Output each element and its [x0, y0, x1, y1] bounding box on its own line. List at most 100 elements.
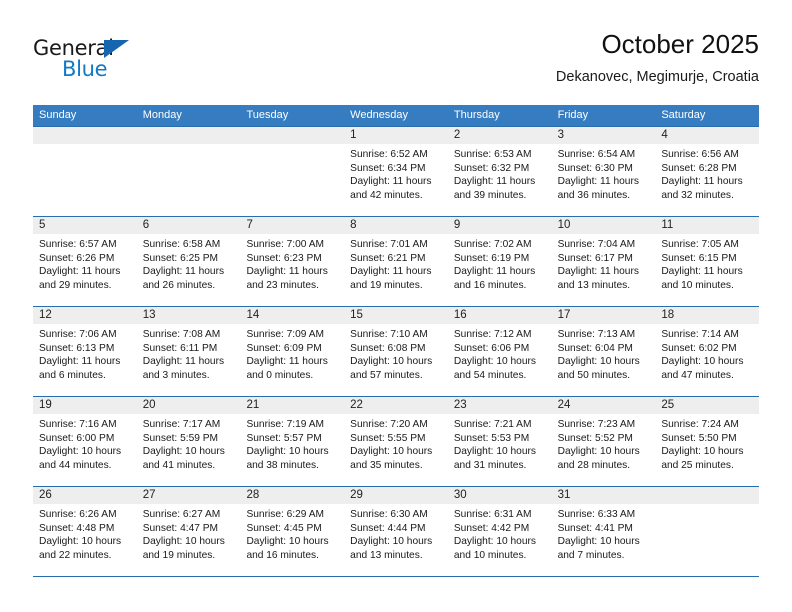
day-cell-8[interactable]: 8 Sunrise: 7:01 AM Sunset: 6:21 PM Daylight…: [344, 217, 448, 306]
sunrise-time: Sunrise: 7:16 AM: [39, 419, 117, 430]
day-cell-23[interactable]: 23 Sunrise: 7:21 AM Sunset: 5:53 PM Dayligh…: [447, 397, 552, 486]
sunset-time: Sunset: 5:50 PM: [661, 432, 737, 444]
day-cell-29[interactable]: 29 Sunrise: 6:30 AM Sunset: 4:44 PM Dayligh…: [344, 487, 448, 576]
day-number-band: 2: [447, 127, 552, 145]
day-cell-24[interactable]: 24 Sunrise: 7:23 AM Sunset: 5:52 PM Dayligh…: [551, 397, 656, 486]
day-number: 8: [350, 219, 357, 231]
daylight-duration-line1: Daylight: 11 hours: [246, 356, 328, 368]
day-number: 3: [557, 129, 564, 141]
day-details: Sunrise: 7:06 AM Sunset: 6:13 PM Daylight:…: [33, 325, 137, 382]
sunset-time: Sunset: 4:47 PM: [142, 522, 219, 534]
day-cell-3[interactable]: 3 Sunrise: 6:54 AM Sunset: 6:30 PM Daylight…: [551, 127, 656, 216]
sunset-time: Sunset: 6:06 PM: [453, 342, 530, 354]
day-cell-14[interactable]: 14 Sunrise: 7:09 AM Sunset: 6:09 PM Dayligh…: [240, 307, 345, 396]
sunset-time: Sunset: 5:53 PM: [453, 432, 530, 444]
daylight-duration-line2: and 57 minutes.: [350, 369, 423, 381]
daylight-duration-line1: Daylight: 10 hours: [453, 446, 536, 458]
day-number-band: 13: [136, 307, 241, 325]
day-details: Sunrise: 6:31 AM Sunset: 4:42 PM Daylight:…: [448, 505, 552, 562]
daylight-duration-line2: and 10 minutes.: [453, 549, 527, 561]
day-number: 6: [142, 219, 150, 231]
daylight-duration-line2: and 36 minutes.: [557, 189, 631, 201]
day-details: Sunrise: 6:54 AM Sunset: 6:30 PM Daylight:…: [552, 145, 656, 202]
generalblue-logo[interactable]: General Blue: [33, 36, 243, 92]
daylight-duration-line1: Daylight: 10 hours: [661, 356, 744, 368]
day-cell-12[interactable]: 12 Sunrise: 7:06 AM Sunset: 6:13 PM Dayligh…: [33, 307, 137, 396]
day-cell-1[interactable]: 1 Sunrise: 6:52 AM Sunset: 6:34 PM Daylight…: [344, 127, 448, 216]
day-details: Sunrise: 7:09 AM Sunset: 6:09 PM Daylight:…: [240, 325, 344, 382]
day-cell-5[interactable]: 5 Sunrise: 6:57 AM Sunset: 6:26 PM Daylight…: [33, 217, 137, 306]
day-number: 15: [350, 309, 363, 321]
day-cell-31[interactable]: 31 Sunrise: 6:33 AM Sunset: 4:41 PM Dayligh…: [551, 487, 656, 576]
day-cell-9[interactable]: 9 Sunrise: 7:02 AM Sunset: 6:19 PM Daylight…: [447, 217, 552, 306]
sunrise-time: Sunrise: 6:57 AM: [39, 239, 117, 250]
daylight-duration-line1: Daylight: 11 hours: [557, 176, 639, 188]
daylight-duration-line1: Daylight: 11 hours: [453, 176, 536, 188]
day-number: 7: [246, 219, 253, 231]
day-cell-15[interactable]: 15 Sunrise: 7:10 AM Sunset: 6:08 PM Dayligh…: [344, 307, 448, 396]
sunset-time: Sunset: 6:08 PM: [350, 342, 426, 354]
daylight-duration-line1: Daylight: 10 hours: [453, 536, 536, 548]
day-cell-27[interactable]: 27 Sunrise: 6:27 AM Sunset: 4:47 PM Dayligh…: [136, 487, 241, 576]
sunset-time: Sunset: 4:44 PM: [350, 522, 426, 534]
sunrise-time: Sunrise: 7:09 AM: [246, 329, 325, 340]
daylight-duration-line2: and 28 minutes.: [557, 459, 631, 471]
day-number: 11: [661, 219, 674, 231]
day-cell-18[interactable]: 18 Sunrise: 7:14 AM Sunset: 6:02 PM Dayligh…: [655, 307, 760, 396]
sunset-time: Sunset: 4:45 PM: [246, 522, 322, 534]
sunset-time: Sunset: 6:04 PM: [557, 342, 633, 354]
daylight-duration-line2: and 26 minutes.: [142, 279, 216, 291]
day-cell-22[interactable]: 22 Sunrise: 7:20 AM Sunset: 5:55 PM Dayligh…: [344, 397, 448, 486]
sunrise-time: Sunrise: 7:08 AM: [142, 329, 221, 340]
daylight-duration-line1: Daylight: 11 hours: [142, 356, 225, 368]
sunset-time: Sunset: 6:28 PM: [661, 162, 737, 174]
day-cell-28[interactable]: 28 Sunrise: 6:29 AM Sunset: 4:45 PM Dayligh…: [240, 487, 345, 576]
sunrise-time: Sunrise: 7:00 AM: [246, 239, 325, 250]
day-details: Sunrise: 7:21 AM Sunset: 5:53 PM Daylight:…: [448, 415, 552, 472]
day-cell-30[interactable]: 30 Sunrise: 6:31 AM Sunset: 4:42 PM Dayligh…: [447, 487, 552, 576]
day-details: Sunrise: 7:10 AM Sunset: 6:08 PM Daylight:…: [344, 325, 448, 382]
day-details: Sunrise: 7:12 AM Sunset: 6:06 PM Daylight:…: [448, 325, 552, 382]
day-cell-21[interactable]: 21 Sunrise: 7:19 AM Sunset: 5:57 PM Dayligh…: [240, 397, 345, 486]
daylight-duration-line2: and 35 minutes.: [350, 459, 423, 471]
daylight-duration-line2: and 54 minutes.: [453, 369, 527, 381]
day-cell-6[interactable]: 6 Sunrise: 6:58 AM Sunset: 6:25 PM Daylight…: [136, 217, 241, 306]
day-cell-13[interactable]: 13 Sunrise: 7:08 AM Sunset: 6:11 PM Dayligh…: [136, 307, 241, 396]
daylight-duration-line2: and 16 minutes.: [453, 279, 527, 291]
day-cell-17[interactable]: 17 Sunrise: 7:13 AM Sunset: 6:04 PM Dayligh…: [551, 307, 656, 396]
day-cell-25[interactable]: 25 Sunrise: 7:24 AM Sunset: 5:50 PM Dayligh…: [655, 397, 760, 486]
sunrise-time: Sunrise: 6:30 AM: [350, 509, 428, 520]
day-cell-2[interactable]: 2 Sunrise: 6:53 AM Sunset: 6:32 PM Daylight…: [447, 127, 552, 216]
day-number-band: 11: [655, 217, 760, 235]
day-cell-4[interactable]: 4 Sunrise: 6:56 AM Sunset: 6:28 PM Daylight…: [655, 127, 760, 216]
day-cell-10[interactable]: 10 Sunrise: 7:04 AM Sunset: 6:17 PM Dayligh…: [551, 217, 656, 306]
daylight-duration-line1: Daylight: 10 hours: [557, 536, 640, 548]
day-details: Sunrise: 7:05 AM Sunset: 6:15 PM Daylight:…: [655, 235, 759, 292]
daylight-duration-line2: and 3 minutes.: [142, 369, 210, 381]
day-details: Sunrise: 7:20 AM Sunset: 5:55 PM Daylight:…: [344, 415, 448, 472]
day-number-band: 27: [136, 487, 241, 505]
day-cell-7[interactable]: 7 Sunrise: 7:00 AM Sunset: 6:23 PM Daylight…: [240, 217, 345, 306]
day-number-band: 14: [240, 307, 345, 325]
day-number: 30: [453, 489, 467, 501]
sunrise-time: Sunrise: 6:26 AM: [39, 509, 117, 520]
daylight-duration-line2: and 13 minutes.: [350, 549, 423, 561]
calendar-week-row: 5 Sunrise: 6:57 AM Sunset: 6:26 PM Daylight…: [33, 216, 760, 306]
daylight-duration-line1: Daylight: 11 hours: [142, 266, 225, 278]
weekday-header-row: Sunday Monday Tuesday Wednesday Thursday Frid…: [33, 105, 759, 126]
day-number-band: 15: [344, 307, 448, 325]
weekday-header-saturday: Saturday: [661, 109, 706, 121]
daylight-duration-line2: and 19 minutes.: [142, 549, 216, 561]
daylight-duration-line1: Daylight: 11 hours: [557, 266, 639, 278]
sunset-time: Sunset: 6:34 PM: [350, 162, 426, 174]
day-cell-19[interactable]: 19 Sunrise: 7:16 AM Sunset: 6:00 PM Dayligh…: [33, 397, 137, 486]
day-number-band: 3: [551, 127, 656, 145]
day-cell-20[interactable]: 20 Sunrise: 7:17 AM Sunset: 5:59 PM Dayligh…: [136, 397, 241, 486]
day-cell-11[interactable]: 11 Sunrise: 7:05 AM Sunset: 6:15 PM Dayligh…: [655, 217, 760, 306]
daylight-duration-line2: and 19 minutes.: [350, 279, 423, 291]
day-cell-26[interactable]: 26 Sunrise: 6:26 AM Sunset: 4:48 PM Dayligh…: [33, 487, 137, 576]
daylight-duration-line2: and 13 minutes.: [557, 279, 631, 291]
day-cell-16[interactable]: 16 Sunrise: 7:12 AM Sunset: 6:06 PM Dayligh…: [447, 307, 552, 396]
day-number-band: 26: [33, 487, 137, 505]
day-details: Sunrise: 7:04 AM Sunset: 6:17 PM Daylight:…: [552, 235, 656, 292]
